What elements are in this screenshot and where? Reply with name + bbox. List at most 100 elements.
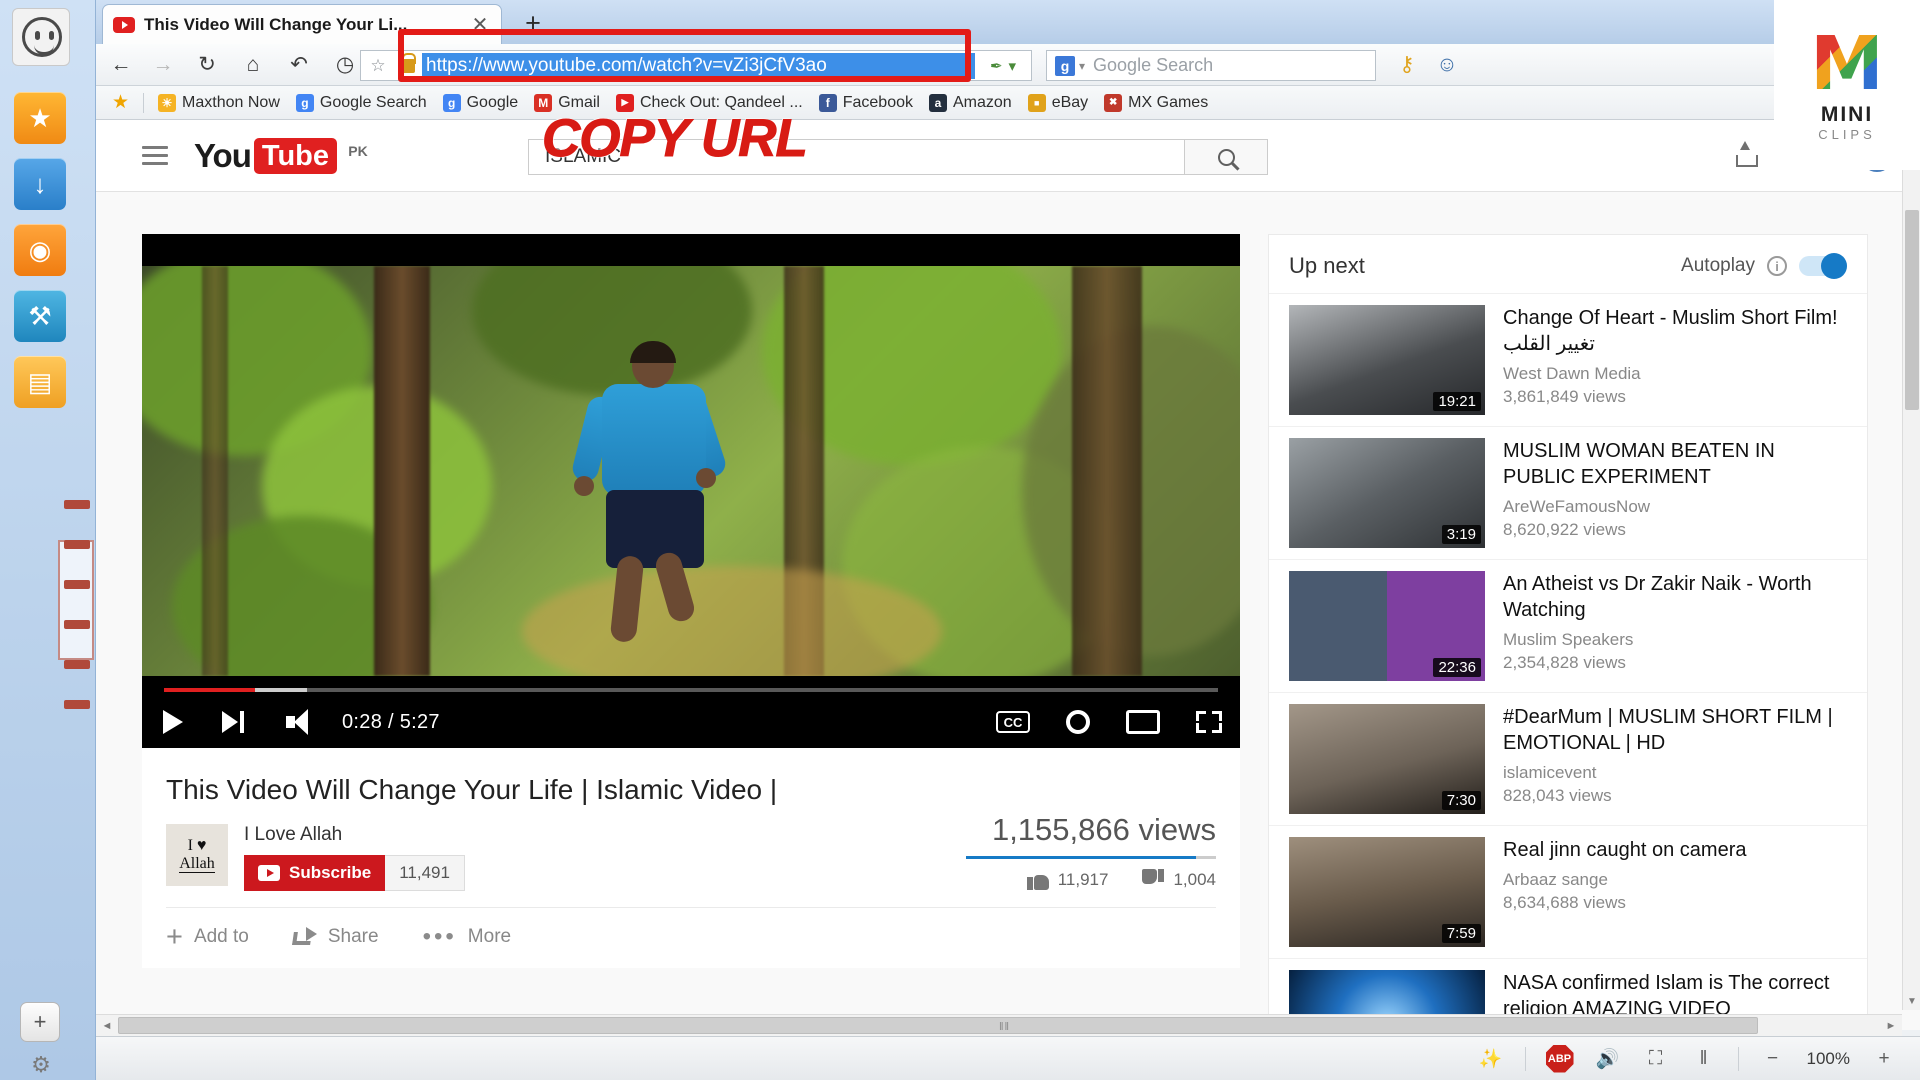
history-button[interactable]: ◷ [330, 50, 360, 80]
google-engine-icon[interactable]: g [1055, 55, 1075, 76]
bookmark-item[interactable]: g Google [435, 90, 527, 116]
bookmark-item[interactable]: a Amazon [921, 90, 1020, 116]
bookmark-item[interactable]: f Facebook [811, 90, 921, 116]
like-button[interactable]: 11,917 [1026, 869, 1108, 890]
list-item[interactable]: 7:30 #DearMum | MUSLIM SHORT FILM | EMOT… [1269, 692, 1867, 825]
video-thumbnail[interactable]: 7:30 [1289, 704, 1485, 814]
chevron-down-icon[interactable]: ▾ [1009, 57, 1017, 75]
volume-icon[interactable]: 🔊 [1594, 1046, 1622, 1072]
password-key-icon[interactable]: ⚷ [1392, 50, 1422, 80]
video-title[interactable]: #DearMum | MUSLIM SHORT FILM | EMOTIONAL… [1503, 704, 1847, 756]
address-bar[interactable]: ☆ https://www.youtube.com/watch?v=vZi3jC… [360, 50, 1032, 81]
youtube-search-button[interactable] [1184, 139, 1268, 175]
video-progress-bar[interactable] [164, 688, 1218, 692]
smiley-face-icon[interactable] [12, 8, 70, 66]
video-thumbnail[interactable]: 19:21 [1289, 305, 1485, 415]
secondary-column: Up next Autoplay i 19:21 Change Of Heart [1268, 234, 1868, 1030]
adblock-icon[interactable]: ABP [1545, 1044, 1574, 1073]
video-channel[interactable]: West Dawn Media [1503, 364, 1847, 384]
bookmark-star-icon[interactable]: ☆ [361, 56, 395, 76]
bookmark-item[interactable]: ✖ MX Games [1096, 90, 1216, 116]
address-bar-actions[interactable]: ✒ ▾ [975, 57, 1031, 75]
dock-tools-icon[interactable]: ⚒ [14, 290, 66, 342]
search-input[interactable]: Google Search [1093, 55, 1213, 76]
panes-icon[interactable]: ‖ [1690, 1046, 1718, 1072]
video-thumbnail[interactable]: 3:19 [1289, 438, 1485, 548]
vertical-scrollbar-thumb[interactable] [1905, 210, 1919, 410]
list-item[interactable]: 22:36 An Atheist vs Dr Zakir Naik - Wort… [1269, 559, 1867, 692]
new-tab-button[interactable]: + [516, 8, 550, 40]
dock-notes-icon[interactable]: ▤ [14, 356, 66, 408]
list-item[interactable]: 7:59 Real jinn caught on camera Arbaaz s… [1269, 825, 1867, 958]
undo-button[interactable]: ↶ [284, 50, 314, 80]
dislike-button[interactable]: 1,004 [1142, 869, 1216, 890]
list-item[interactable]: 3:19 MUSLIM WOMAN BEATEN IN PUBLIC EXPER… [1269, 426, 1867, 559]
chevron-down-icon[interactable]: ▾ [1079, 59, 1085, 73]
info-icon[interactable]: i [1767, 256, 1787, 276]
channel-name[interactable]: I Love Allah [244, 824, 465, 846]
split-screen-icon[interactable]: ✨ [1477, 1046, 1505, 1072]
fullscreen-icon[interactable]: ⛶ [1642, 1046, 1670, 1072]
video-channel[interactable]: Arbaaz sange [1503, 870, 1847, 890]
video-player[interactable]: 0:28 / 5:27 CC [142, 234, 1240, 748]
bookmark-item[interactable]: g Google Search [288, 90, 435, 116]
theater-mode-icon[interactable] [1126, 710, 1160, 734]
volume-icon[interactable] [266, 696, 328, 748]
fullscreen-icon[interactable] [1196, 711, 1222, 733]
dock-rss-icon[interactable]: ◉ [14, 224, 66, 276]
browser-tab-active[interactable]: This Video Will Change Your Li... ✕ [102, 4, 502, 44]
back-button[interactable]: ← [106, 50, 136, 80]
dock-favorites-icon[interactable]: ★ [14, 92, 66, 144]
zoom-level[interactable]: 100% [1807, 1049, 1850, 1069]
zoom-in-button[interactable]: + [1870, 1046, 1898, 1072]
forward-button[interactable]: → [148, 50, 178, 80]
zoom-out-button[interactable]: − [1759, 1046, 1787, 1072]
account-icon[interactable]: ☺ [1432, 50, 1462, 80]
scroll-right-arrow[interactable]: ► [1880, 1020, 1902, 1032]
dock-add-button[interactable]: + [20, 1002, 60, 1042]
bookmark-label: Amazon [953, 93, 1012, 111]
more-button[interactable]: ••• More [423, 925, 512, 949]
video-title[interactable]: MUSLIM WOMAN BEATEN IN PUBLIC EXPERIMENT [1503, 438, 1847, 490]
search-box[interactable]: g ▾ Google Search [1046, 50, 1376, 81]
home-button[interactable]: ⌂ [238, 50, 268, 80]
autoplay-toggle[interactable] [1799, 253, 1847, 279]
dock-downloads-icon[interactable]: ↓ [14, 158, 66, 210]
subscriber-count[interactable]: 11,491 [385, 855, 465, 891]
scroll-down-arrow[interactable]: ▼ [1903, 992, 1920, 1010]
video-title[interactable]: An Atheist vs Dr Zakir Naik - Worth Watc… [1503, 571, 1847, 623]
video-title[interactable]: Real jinn caught on camera [1503, 837, 1847, 863]
video-title[interactable]: Change Of Heart - Muslim Short Film! تغي… [1503, 305, 1847, 357]
reload-button[interactable]: ↻ [192, 50, 222, 80]
url-input[interactable]: https://www.youtube.com/watch?v=vZi3jCfV… [422, 52, 975, 79]
dock-settings-icon[interactable]: ⚙ [28, 1052, 54, 1078]
gear-icon[interactable] [1066, 710, 1090, 734]
list-item[interactable]: 19:21 Change Of Heart - Muslim Short Fil… [1269, 293, 1867, 426]
video-thumbnail[interactable]: 22:36 [1289, 571, 1485, 681]
video-channel[interactable]: Muslim Speakers [1503, 630, 1847, 650]
upload-icon[interactable] [1732, 141, 1758, 169]
video-channel[interactable]: islamicevent [1503, 763, 1847, 783]
bookmark-item[interactable]: ■ eBay [1020, 90, 1096, 116]
video-channel[interactable]: AreWeFamousNow [1503, 497, 1847, 517]
captions-icon[interactable]: CC [996, 711, 1030, 733]
hamburger-menu-icon[interactable] [142, 141, 168, 170]
pin-icon[interactable]: ✒ [990, 57, 1003, 75]
channel-avatar[interactable]: I ♥ Allah [166, 824, 228, 886]
scroll-left-arrow[interactable]: ◄ [96, 1020, 118, 1032]
share-button[interactable]: Share [293, 926, 379, 948]
play-icon[interactable] [142, 696, 204, 748]
subscribe-button[interactable]: Subscribe [244, 855, 386, 891]
bookmark-item[interactable]: ☀ Maxthon Now [150, 90, 288, 116]
vertical-scrollbar[interactable]: ▲ ▼ [1902, 120, 1920, 1010]
horizontal-scrollbar-thumb[interactable] [118, 1016, 1758, 1034]
tab-close-icon[interactable]: ✕ [469, 12, 491, 37]
bookmark-star-root[interactable]: ★ [104, 90, 137, 116]
youtube-logo[interactable]: You Tube PK [194, 137, 376, 174]
video-scene [142, 266, 1240, 676]
next-video-icon[interactable] [204, 696, 266, 748]
add-to-button[interactable]: + Add to [166, 923, 249, 952]
horizontal-scrollbar-track[interactable]: ‖‖ [118, 1015, 1880, 1037]
horizontal-scrollbar[interactable]: ◄ ‖‖ ► [96, 1014, 1902, 1036]
video-thumbnail[interactable]: 7:59 [1289, 837, 1485, 947]
